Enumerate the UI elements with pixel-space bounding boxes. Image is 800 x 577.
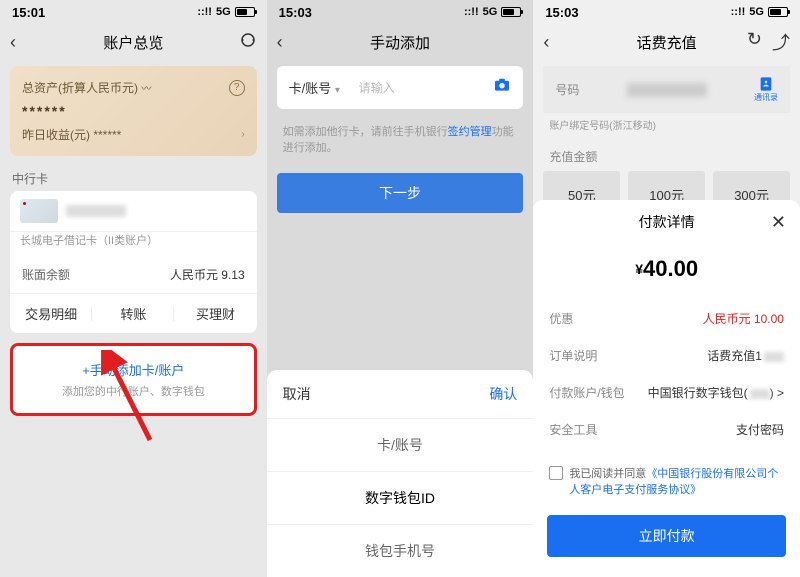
bank-card-block: 长城电子借记卡（II类账户） 账面余额 人民币元 9.13 交易明细 转账 买理… [10,191,257,333]
page-title: 话费充值 [637,32,697,53]
annotation-arrow [100,350,180,450]
help-icon[interactable]: ? [229,80,245,96]
option-card-account[interactable]: 卡/账号 [267,419,534,472]
page-title: 账户总览 [103,32,163,53]
asset-value: ****** [22,99,245,123]
phone-number-masked [627,83,707,97]
close-icon[interactable]: ✕ [771,212,786,233]
discount-value: 人民币元 10.00 [703,310,784,327]
status-bar: 15:01 ::!!5G [0,0,267,24]
status-bar: 15:03 ::!!5G [267,0,534,24]
nav-bar: ‹ 手动添加 [267,24,534,60]
option-wallet-phone[interactable]: 钱包手机号 [267,525,534,577]
balance-value: 9.13 [221,268,244,282]
card-image [20,199,58,223]
option-wallet-id[interactable]: 数字钱包ID [267,472,534,525]
card-type: 长城电子借记卡（II类账户） [10,232,257,256]
confirm-button[interactable]: 确认 [489,384,517,404]
total-asset-label: 总资产(折算人民币元) [22,81,138,95]
yesterday-gain[interactable]: 昨日收益(元) ****** [22,126,121,143]
payment-amount: ¥40.00 [533,244,800,300]
status-time: 15:03 [545,5,578,20]
phone-number-row[interactable]: 号码 通讯录 [543,66,790,113]
pay-now-button[interactable]: 立即付款 [547,515,786,557]
nav-bar: ‹ 账户总览 [0,24,267,60]
security-tool-label: 安全工具 [549,421,597,438]
balance-row: 账面余额 人民币元 9.13 [10,256,257,294]
card-header[interactable] [10,191,257,232]
status-bar: 15:03 ::!!5G [533,0,800,24]
payment-account-row[interactable]: 付款账户/钱包 中国银行数字钱包() > [533,374,800,411]
status-time: 15:01 [12,5,45,20]
page-title: 手动添加 [370,32,430,53]
section-label: 中行卡 [0,162,267,191]
back-icon[interactable]: ‹ [277,32,283,53]
payment-sheet: 付款详情 ✕ ¥40.00 优惠 人民币元 10.00 订单说明 话费充值1 付… [533,200,800,577]
bound-account-info: 账户绑定号码(浙江移动) [533,113,800,136]
refresh-icon[interactable]: ↻ [747,29,762,55]
chevron-right-icon: › [241,129,244,140]
order-value: 话费充值1 [707,347,784,364]
status-right: ::!!5G [731,6,788,18]
back-icon[interactable]: ‹ [543,32,549,53]
agreement-checkbox[interactable] [549,466,563,480]
status-right: ::!!5G [197,6,254,18]
card-number-masked [66,205,126,217]
support-icon[interactable] [239,31,257,54]
security-tool-value: 支付密码 [736,421,784,438]
order-label: 订单说明 [549,347,597,364]
card-input-form: 卡/账号 ▾ 请输入 [277,66,524,109]
payment-title: 付款详情 [639,212,695,232]
next-button[interactable]: 下一步 [277,173,524,213]
agreement-row: 我已阅读并同意《中国银行股份有限公司个人客户电子支付服务协议》 [533,455,800,507]
sign-manage-link[interactable]: 签约管理 [448,126,492,138]
camera-icon[interactable] [493,78,511,97]
transfer-action[interactable]: 转账 [92,294,174,333]
nav-bar: ‹ 话费充值 ↻ ⤴ [533,24,800,60]
amount-section-label: 充值金额 [533,136,800,171]
transactions-action[interactable]: 交易明细 [10,294,92,333]
back-icon[interactable]: ‹ [10,32,16,53]
picker-sheet: 取消 确认 卡/账号 数字钱包ID 钱包手机号 [267,370,534,577]
discount-label: 优惠 [549,310,573,327]
card-number-input[interactable]: 请输入 [359,79,494,96]
status-time: 15:03 [279,5,312,20]
share-icon[interactable]: ⤴ [772,29,790,55]
card-field-label: 卡/账号 ▾ [289,78,359,97]
balance-label: 账面余额 [22,266,70,283]
status-right: ::!!5G [464,6,521,18]
invest-action[interactable]: 买理财 [174,294,256,333]
contacts-icon[interactable]: 通讯录 [754,76,778,103]
cancel-button[interactable]: 取消 [283,384,311,404]
hint-text: 如需添加他行卡，请前往手机银行签约管理功能进行添加。 [267,115,534,163]
asset-summary-card[interactable]: 总资产(折算人民币元) 〰 ? ****** 昨日收益(元) ****** › [10,66,257,156]
